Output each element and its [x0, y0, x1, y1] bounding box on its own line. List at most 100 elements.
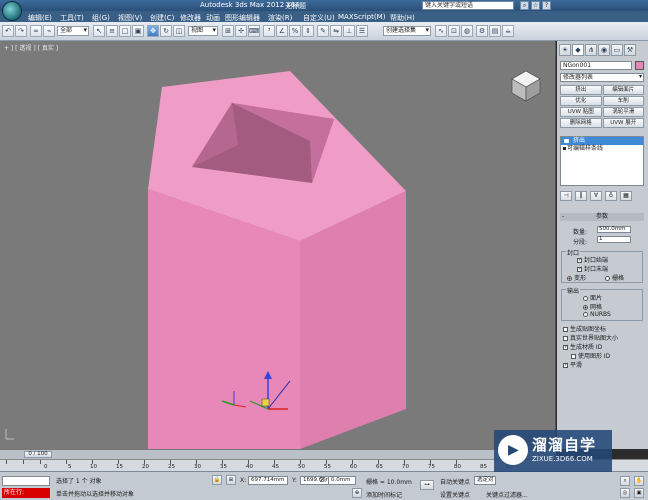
maximize-viewport-icon[interactable]: ▣ [634, 488, 644, 498]
add-time-tag[interactable]: 添加时间标记 [366, 490, 402, 499]
render-icon[interactable]: ☕ [502, 25, 514, 37]
time-slider-thumb[interactable]: 0 / 100 [24, 451, 52, 458]
modifier-list-dropdown[interactable]: 修改器列表 [560, 73, 644, 82]
object-color-swatch[interactable] [635, 61, 644, 70]
object-name-input[interactable]: NGon001 [560, 61, 632, 70]
parameters-rollout-header[interactable]: 参数 [560, 213, 644, 221]
cap-start-check[interactable]: ✓ [577, 258, 582, 263]
auto-key-button[interactable]: 自动关键点 [440, 477, 470, 486]
select-by-name-icon[interactable]: ≡ [106, 25, 118, 37]
cap-end-checkbox[interactable]: ✓ 封口末端 [577, 264, 608, 273]
modifier-button-uvw-map[interactable]: UVW 贴图 [560, 107, 602, 117]
spinner-snap-icon[interactable]: ⇕ [302, 25, 314, 37]
reference-coord-dropdown[interactable]: 视图 [188, 26, 218, 36]
scale-icon[interactable]: ◫ [173, 25, 185, 37]
curve-editor-icon[interactable]: ∿ [435, 25, 447, 37]
align-icon[interactable]: ⊥ [343, 25, 355, 37]
real-world-check[interactable] [563, 336, 568, 341]
rotate-icon[interactable]: ↻ [160, 25, 172, 37]
gen-mat-ids-check[interactable]: ✓ [563, 345, 568, 350]
hierarchy-tab-icon[interactable]: ⋔ [585, 44, 597, 56]
modifier-stack[interactable]: 挤出 可编辑样条线 [560, 136, 644, 186]
grid-radio-dot[interactable] [605, 276, 610, 281]
manipulate-icon[interactable]: ✢ [235, 25, 247, 37]
modifier-button-lathe[interactable]: 车削 [602, 96, 644, 106]
viewcube-icon[interactable] [511, 70, 541, 102]
material-editor-icon[interactable]: ◍ [461, 25, 473, 37]
zoom-icon[interactable]: ⌕ [620, 476, 630, 486]
output-mesh-radio[interactable]: 网格 [583, 302, 602, 311]
mirror-icon[interactable]: ⇋ [330, 25, 342, 37]
z-coordinate-field[interactable]: 0.0mm [328, 476, 356, 485]
modifier-button-extrude[interactable]: 挤出 [560, 85, 602, 95]
output-nurbs-dot[interactable] [583, 312, 588, 317]
pivot-icon[interactable]: ⊞ [222, 25, 234, 37]
search-icon[interactable]: ⌕ [520, 1, 529, 10]
named-sets-icon[interactable]: ✎ [317, 25, 329, 37]
output-patch-dot[interactable] [583, 296, 588, 301]
set-key-button[interactable]: 设置关键点 [440, 490, 470, 499]
grid-radio[interactable]: 栅格 [605, 273, 624, 282]
angle-snap-icon[interactable]: ∠ [276, 25, 288, 37]
stack-item-extrude[interactable]: 挤出 [561, 137, 643, 145]
percent-snap-icon[interactable]: % [289, 25, 301, 37]
lock-selection-icon[interactable]: 🔒 [212, 475, 222, 485]
morph-radio[interactable]: 变形 [567, 273, 586, 282]
key-mode-icon[interactable]: ⊶ [420, 480, 434, 490]
key-filters-button[interactable]: 关键点过滤器... [486, 490, 528, 499]
modifier-button-delete-mesh[interactable]: 删除网格 [560, 118, 602, 128]
window-crossing-icon[interactable]: ▣ [132, 25, 144, 37]
remove-modifier-icon[interactable]: ♁ [605, 191, 617, 201]
redo-icon[interactable]: ↷ [15, 25, 27, 37]
orbit-icon[interactable]: ◎ [620, 488, 630, 498]
show-end-result-icon[interactable]: ‖ [575, 191, 587, 201]
perspective-viewport[interactable]: + ] [ 透视 ] [ 真实 ] [0, 41, 556, 449]
output-nurbs-radio[interactable]: NURBS [583, 311, 611, 318]
modifier-button-optimize[interactable]: 优化 [560, 96, 602, 106]
smooth-checkbox[interactable]: ✓ 平滑 [563, 360, 582, 369]
named-selection-dropdown[interactable]: 创建选择集 [383, 26, 431, 36]
modifier-button-unwrap-uvw[interactable]: UVW 展开 [602, 118, 644, 128]
x-coordinate-field[interactable]: 697.714mm [248, 476, 288, 485]
pan-icon[interactable]: ✋ [634, 476, 644, 486]
gen-mat-ids-checkbox[interactable]: ✓ 生成材质 ID [563, 342, 602, 351]
render-setup-icon[interactable]: ⚙ [476, 25, 488, 37]
time-slider[interactable]: 0 / 100 [0, 449, 556, 459]
modify-tab-icon[interactable]: ◆ [572, 44, 584, 56]
viewport-label[interactable]: + ] [ 透视 ] [ 真实 ] [4, 43, 58, 52]
display-tab-icon[interactable]: ▭ [611, 44, 623, 56]
selected-set-dropdown[interactable]: 选定对 [474, 476, 496, 485]
modifier-button-edit-patch[interactable]: 编辑面片 [602, 85, 644, 95]
cap-start-checkbox[interactable]: ✓ 封口始端 [577, 255, 608, 264]
output-patch-radio[interactable]: 面片 [583, 293, 602, 302]
unlink-icon[interactable]: ⌁ [43, 25, 55, 37]
maxscript-line-label[interactable]: 所在行: [2, 488, 50, 498]
schematic-icon[interactable]: ⊡ [448, 25, 460, 37]
utilities-tab-icon[interactable]: ⚒ [624, 44, 636, 56]
create-tab-icon[interactable]: ☀ [559, 44, 571, 56]
real-world-checkbox[interactable]: 真实世界贴图大小 [563, 333, 618, 342]
smooth-check[interactable]: ✓ [563, 363, 568, 368]
use-shape-ids-check[interactable] [571, 354, 576, 359]
gen-mapping-checkbox[interactable]: 生成贴图坐标 [563, 324, 606, 333]
help-icon[interactable]: ? [542, 1, 551, 10]
keyboard-shortcut-icon[interactable]: ⌨ [248, 25, 260, 37]
scene-canvas[interactable] [0, 41, 556, 449]
motion-tab-icon[interactable]: ◉ [598, 44, 610, 56]
snap-icon[interactable]: ³ [263, 25, 275, 37]
move-icon[interactable]: ✥ [147, 25, 159, 37]
use-shape-ids-checkbox[interactable]: 使用图形 ID [571, 351, 610, 360]
render-frame-icon[interactable]: ▤ [489, 25, 501, 37]
segments-spinner[interactable]: 1 [597, 236, 631, 243]
star-icon[interactable]: ☆ [531, 1, 540, 10]
layer-icon[interactable]: ☰ [356, 25, 368, 37]
absolute-mode-icon[interactable]: ⊞ [226, 475, 236, 485]
maxscript-listener-input[interactable] [2, 476, 50, 486]
app-logo-icon[interactable] [2, 1, 22, 21]
select-icon[interactable]: ↖ [93, 25, 105, 37]
rect-select-icon[interactable]: □ [119, 25, 131, 37]
time-tag-icon[interactable]: ⊕ [352, 488, 362, 498]
selection-filter-dropdown[interactable]: 全部 [57, 26, 89, 36]
configure-sets-icon[interactable]: ▦ [620, 191, 632, 201]
modifier-button-turbosmooth[interactable]: 涡轮平滑 [602, 107, 644, 117]
